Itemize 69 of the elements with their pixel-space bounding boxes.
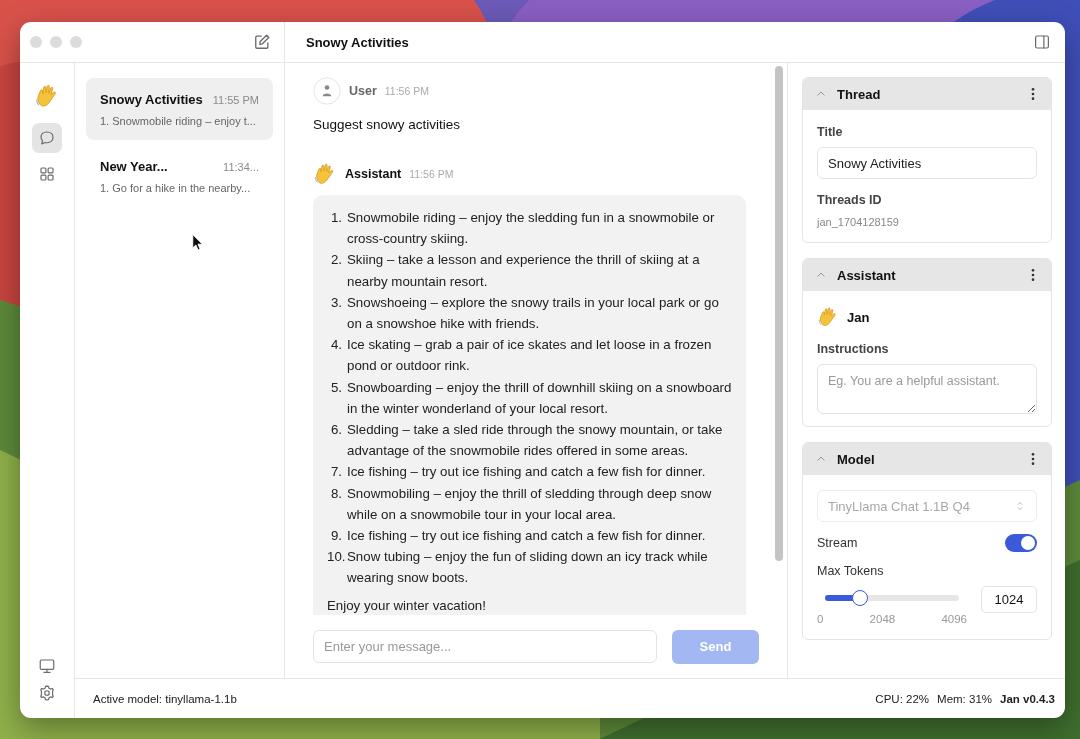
cpu-usage: CPU: 22% bbox=[875, 692, 930, 705]
list-number: 3. bbox=[329, 293, 342, 312]
list-number: 6. bbox=[329, 421, 342, 440]
window-title: Snowy Activities bbox=[306, 34, 409, 50]
slider-thumb[interactable] bbox=[851, 590, 868, 606]
list-item: Snowboarding – enjoy the thrill of downhill skiing on a snowboard in the winter wonderland of your local resort. bbox=[347, 378, 732, 418]
edit-icon[interactable] bbox=[252, 32, 272, 52]
list-number: 2. bbox=[329, 251, 342, 270]
memory-usage: Mem: 31% bbox=[937, 692, 992, 705]
grid-icon bbox=[38, 165, 56, 183]
model-name: TinyLlama Chat 1.1B Q4 bbox=[828, 498, 970, 514]
list-item: Snow tubing – enjoy the fun of sliding down an icy track while wearing snow boots. bbox=[347, 548, 709, 588]
list-item: Sledding – take a sled ride through the snowy mountain, or take advantage of the snowmobile rides offered in some areas. bbox=[347, 421, 724, 461]
author-name: User bbox=[349, 84, 377, 98]
thread-item[interactable]: New Year... 11:34... 1. Go for a hike in the nearby... bbox=[86, 145, 273, 207]
settings-icon[interactable] bbox=[38, 684, 56, 702]
thread-item[interactable]: Snowy Activities 11:55 PM 1. Snowmobile riding – enjoy t... bbox=[86, 78, 273, 140]
hand-icon bbox=[817, 306, 839, 328]
list-number: 5. bbox=[329, 378, 342, 397]
scrollbar[interactable] bbox=[775, 66, 783, 561]
max-tokens-label: Max Tokens bbox=[817, 564, 885, 578]
thread-id: jan_1704128159 bbox=[817, 216, 900, 228]
thread-preview: 1. Snowmobile riding – enjoy t... bbox=[100, 115, 257, 127]
list-item: Ice skating – grab a pair of ice skates and let loose in a frozen pond or outdoor rink. bbox=[347, 336, 713, 376]
title-field[interactable]: Snowy Activities bbox=[817, 147, 1037, 179]
thread-title: New Year... bbox=[100, 159, 168, 174]
avatar-icon bbox=[313, 77, 341, 105]
chat-icon bbox=[38, 129, 56, 147]
message-time: 11:56 PM bbox=[409, 168, 454, 180]
thread-preview: 1. Go for a hike in the nearby... bbox=[100, 182, 252, 194]
version-label: Jan v0.4.3 bbox=[1000, 692, 1055, 705]
tick-label: 0 bbox=[817, 613, 824, 625]
active-model-label: Active model: tinyllama-1.1b bbox=[93, 692, 237, 705]
thread-time: 11:55 PM bbox=[212, 94, 259, 106]
tick-label: 4096 bbox=[941, 613, 967, 625]
instructions-field[interactable]: Eg. You are a helpful assistant. bbox=[817, 364, 1037, 414]
stream-toggle[interactable] bbox=[1005, 534, 1037, 552]
list-number: 1. bbox=[329, 209, 342, 227]
list-number: 9. bbox=[329, 527, 342, 546]
list-item: Snowmobiling – enjoy the thrill of sledding through deep snow while on a snowmobile tour in your local area. bbox=[347, 484, 713, 524]
thread-title: Snowy Activities bbox=[100, 92, 203, 107]
section-title: Model bbox=[837, 451, 876, 467]
field-label: Title bbox=[817, 125, 844, 139]
max-tokens-slider[interactable] bbox=[825, 590, 959, 606]
sidebar-toggle-icon[interactable] bbox=[1033, 33, 1051, 51]
tick-label: 2048 bbox=[869, 613, 896, 625]
message-text: Enjoy your winter vacation! bbox=[327, 596, 487, 615]
message-time: 11:56 PM bbox=[384, 85, 429, 97]
field-label: Instructions bbox=[817, 342, 890, 356]
thread-time: 11:34... bbox=[223, 161, 259, 173]
section-title: Assistant bbox=[837, 267, 897, 283]
list-item: Snowmobile riding – enjoy the sledding fun in a snowmobile or cross-country skiing. bbox=[347, 209, 716, 249]
field-label: Threads ID bbox=[817, 193, 883, 207]
list-number: 7. bbox=[329, 463, 342, 482]
list-number: 8. bbox=[329, 484, 342, 503]
max-tokens-field[interactable]: 1024 bbox=[981, 586, 1037, 613]
chat-nav-button[interactable] bbox=[32, 123, 62, 153]
list-number: 4. bbox=[329, 336, 342, 355]
list-item: Skiing – take a lesson and experience the thrill of skiing at a nearby mountain resort. bbox=[347, 251, 701, 291]
message-text: Suggest snowy activities bbox=[313, 117, 462, 132]
message-input[interactable]: Enter your message... bbox=[313, 630, 657, 663]
monitor-icon[interactable] bbox=[38, 657, 56, 675]
author-name: Assistant bbox=[345, 167, 402, 181]
list-item: Ice fishing – try out ice fishing and catch a few fish for dinner. bbox=[347, 527, 707, 546]
list-item: Ice fishing – try out ice fishing and catch a few fish for dinner. bbox=[347, 463, 707, 482]
assistant-name: Jan bbox=[847, 309, 870, 325]
section-title: Thread bbox=[837, 86, 882, 102]
list-item: Snowshoeing – explore the snowy trails in your local park or go on a snowshoe hike with friends. bbox=[347, 293, 720, 333]
stream-label: Stream bbox=[817, 536, 858, 550]
